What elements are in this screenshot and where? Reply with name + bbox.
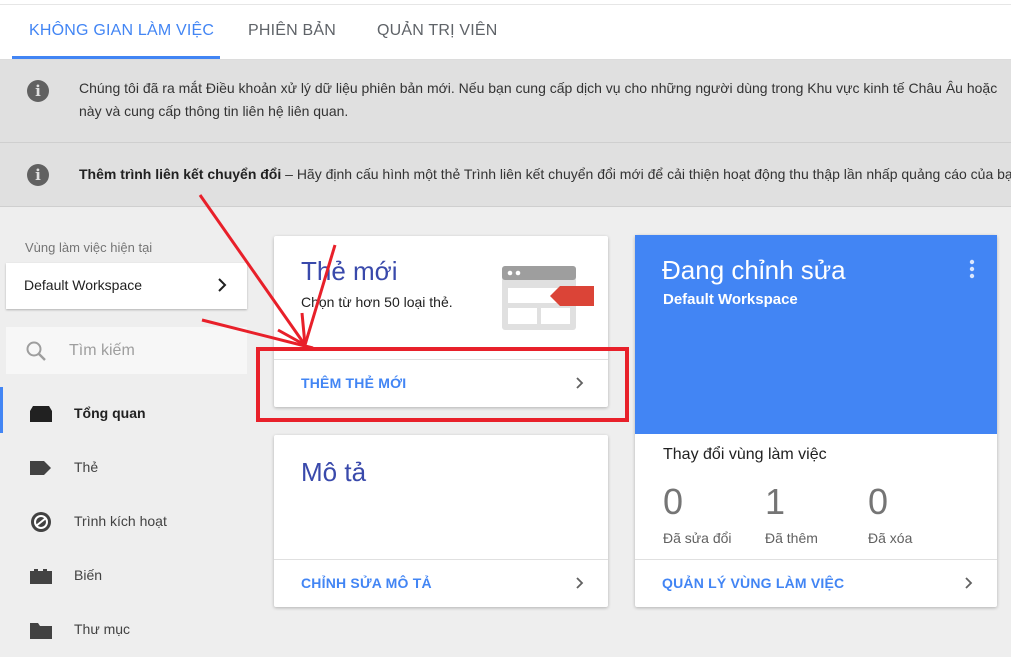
trigger-icon xyxy=(31,512,51,532)
sidebar-item-overview[interactable]: Tổng quan xyxy=(0,387,250,441)
info-icon: i xyxy=(27,80,49,102)
workspace-name: Default Workspace xyxy=(24,277,143,293)
manage-workspaces-label: QUẢN LÝ VÙNG LÀM VIỆC xyxy=(662,575,845,591)
variable-icon xyxy=(30,569,52,584)
folder-icon xyxy=(30,623,52,639)
sidebar-item-variables[interactable]: Biến xyxy=(0,549,250,603)
add-tag-button[interactable]: THÊM THẺ MỚI xyxy=(274,359,608,407)
editing-title: Đang chỉnh sửa xyxy=(662,255,846,285)
workspace-selector[interactable]: Default Workspace xyxy=(6,263,247,309)
banner-body-text: – Hãy định cấu hình một thẻ Trình liên k… xyxy=(281,166,1011,182)
data-terms-banner: i Chúng tôi đã ra mắt Điều khoản xử lý d… xyxy=(0,60,1011,143)
deleted-label: Đã xóa xyxy=(868,530,913,546)
tag-illustration-icon xyxy=(502,266,594,330)
edit-description-button[interactable]: CHỈNH SỬA MÔ TẢ xyxy=(274,559,608,607)
workspace-editing-card: Đang chỉnh sửa Default Workspace Thay đổ… xyxy=(635,235,997,607)
sidebar-item-label: Biến xyxy=(74,567,103,583)
sidebar-item-tags[interactable]: Thẻ xyxy=(0,441,250,495)
active-nav-indicator xyxy=(0,387,3,433)
top-tab-bar: KHÔNG GIAN LÀM VIỆC PHIÊN BẢN QUẢN TRỊ V… xyxy=(0,0,1011,60)
search-icon xyxy=(26,341,46,361)
deleted-count: 0 xyxy=(868,481,889,522)
banner-text: Thêm trình liên kết chuyển đổi – Hãy địn… xyxy=(79,163,1011,186)
current-workspace-label: Vùng làm việc hiện tại xyxy=(25,240,153,255)
tab-workspace[interactable]: KHÔNG GIAN LÀM VIỆC xyxy=(29,22,214,40)
sidebar-item-label: Thư mục xyxy=(74,621,131,637)
more-vert-icon[interactable] xyxy=(969,259,975,279)
add-tag-label: THÊM THẺ MỚI xyxy=(301,375,407,391)
editing-header: Đang chỉnh sửa Default Workspace xyxy=(635,235,997,434)
sidebar-item-label: Trình kích hoạt xyxy=(74,513,167,529)
new-tag-subtitle: Chọn từ hơn 50 loại thẻ. xyxy=(301,294,453,310)
chevron-right-icon xyxy=(576,377,584,389)
manage-workspaces-button[interactable]: QUẢN LÝ VÙNG LÀM VIỆC xyxy=(635,559,997,607)
chevron-right-icon xyxy=(576,577,584,589)
added-label: Đã thêm xyxy=(765,530,818,546)
chevron-right-icon xyxy=(218,278,227,292)
banner-text-line2: này và cung cấp thông tin liên hệ liên q… xyxy=(79,103,349,119)
modified-count: 0 xyxy=(663,481,684,522)
overview-icon xyxy=(30,406,52,422)
top-divider xyxy=(0,4,1011,5)
tab-admin[interactable]: QUẢN TRỊ VIÊN xyxy=(377,22,498,40)
active-tab-indicator xyxy=(12,56,220,59)
sidebar-item-triggers[interactable]: Trình kích hoạt xyxy=(0,495,250,549)
editing-workspace-name: Default Workspace xyxy=(663,291,798,308)
search-input[interactable]: Tìm kiếm xyxy=(6,327,247,374)
new-tag-card: Thẻ mới Chọn từ hơn 50 loại thẻ. THÊM TH… xyxy=(274,236,608,407)
sidebar-item-label: Tổng quan xyxy=(74,405,146,421)
conversion-linker-banner: i Thêm trình liên kết chuyển đổi – Hãy đ… xyxy=(0,143,1011,207)
description-card: Mô tả CHỈNH SỬA MÔ TẢ xyxy=(274,435,608,607)
description-title: Mô tả xyxy=(301,457,367,487)
chevron-right-icon xyxy=(965,577,973,589)
added-count: 1 xyxy=(765,481,786,522)
banner-text-line1: Chúng tôi đã ra mắt Điều khoản xử lý dữ … xyxy=(79,80,998,96)
new-tag-title: Thẻ mới xyxy=(301,256,398,286)
tag-icon xyxy=(30,461,51,475)
workspace-changes-label: Thay đổi vùng làm việc xyxy=(663,446,827,463)
search-placeholder: Tìm kiếm xyxy=(69,342,135,359)
tab-versions[interactable]: PHIÊN BẢN xyxy=(248,22,336,40)
info-icon: i xyxy=(27,164,49,186)
sidebar-item-label: Thẻ xyxy=(74,459,99,475)
banner-bold-text: Thêm trình liên kết chuyển đổi xyxy=(79,166,282,182)
edit-description-label: CHỈNH SỬA MÔ TẢ xyxy=(301,575,432,591)
modified-label: Đã sửa đổi xyxy=(663,530,732,546)
sidebar-item-folders[interactable]: Thư mục xyxy=(0,603,250,657)
